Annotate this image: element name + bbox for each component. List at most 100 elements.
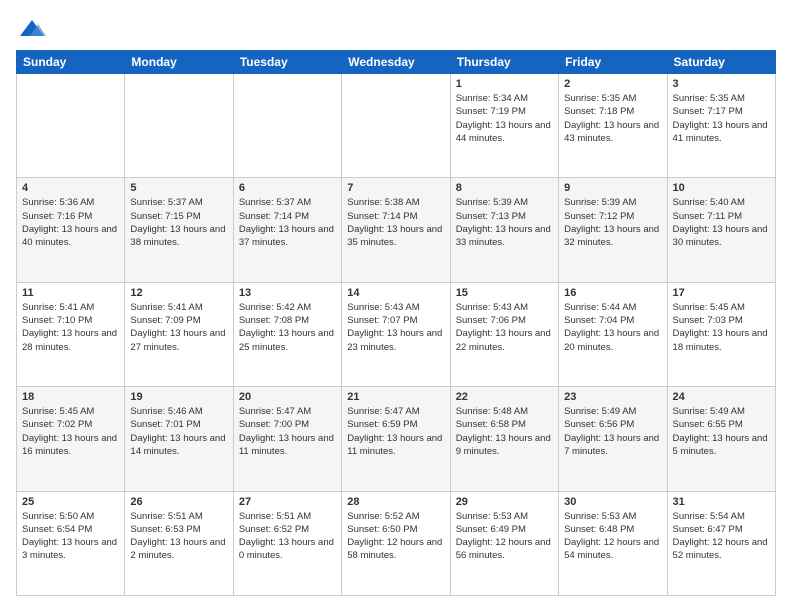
calendar-cell-5-4: 28Sunrise: 5:52 AMSunset: 6:50 PMDayligh… [342, 491, 450, 595]
sunrise-text: Sunrise: 5:54 AM [673, 511, 745, 522]
day-info: Sunrise: 5:41 AMSunset: 7:10 PMDaylight:… [22, 301, 119, 354]
weekday-header-sunday: Sunday [17, 51, 125, 74]
calendar-cell-2-6: 9Sunrise: 5:39 AMSunset: 7:12 PMDaylight… [559, 178, 667, 282]
calendar-cell-5-6: 30Sunrise: 5:53 AMSunset: 6:48 PMDayligh… [559, 491, 667, 595]
day-number: 26 [130, 496, 227, 508]
daylight-text: Daylight: 12 hours and 52 minutes. [673, 537, 768, 561]
calendar-cell-2-7: 10Sunrise: 5:40 AMSunset: 7:11 PMDayligh… [667, 178, 775, 282]
sunset-text: Sunset: 6:52 PM [239, 524, 309, 535]
day-number: 28 [347, 496, 444, 508]
weekday-header-thursday: Thursday [450, 51, 558, 74]
day-info: Sunrise: 5:48 AMSunset: 6:58 PMDaylight:… [456, 405, 553, 458]
day-number: 13 [239, 287, 336, 299]
day-info: Sunrise: 5:45 AMSunset: 7:02 PMDaylight:… [22, 405, 119, 458]
sunset-text: Sunset: 7:19 PM [456, 106, 526, 117]
day-number: 6 [239, 182, 336, 194]
sunrise-text: Sunrise: 5:40 AM [673, 197, 745, 208]
day-number: 16 [564, 287, 661, 299]
sunset-text: Sunset: 7:01 PM [130, 419, 200, 430]
daylight-text: Daylight: 12 hours and 56 minutes. [456, 537, 551, 561]
day-number: 4 [22, 182, 119, 194]
daylight-text: Daylight: 13 hours and 20 minutes. [564, 328, 659, 352]
sunset-text: Sunset: 7:14 PM [239, 211, 309, 222]
sunrise-text: Sunrise: 5:45 AM [22, 406, 94, 417]
sunset-text: Sunset: 7:00 PM [239, 419, 309, 430]
day-info: Sunrise: 5:53 AMSunset: 6:48 PMDaylight:… [564, 510, 661, 563]
day-info: Sunrise: 5:37 AMSunset: 7:15 PMDaylight:… [130, 196, 227, 249]
day-number: 20 [239, 391, 336, 403]
sunrise-text: Sunrise: 5:41 AM [22, 302, 94, 313]
calendar-cell-1-1 [17, 74, 125, 178]
sunset-text: Sunset: 7:14 PM [347, 211, 417, 222]
day-number: 5 [130, 182, 227, 194]
daylight-text: Daylight: 13 hours and 37 minutes. [239, 224, 334, 248]
calendar-table: SundayMondayTuesdayWednesdayThursdayFrid… [16, 50, 776, 596]
page: SundayMondayTuesdayWednesdayThursdayFrid… [0, 0, 792, 612]
sunrise-text: Sunrise: 5:48 AM [456, 406, 528, 417]
daylight-text: Daylight: 12 hours and 54 minutes. [564, 537, 659, 561]
sunset-text: Sunset: 6:55 PM [673, 419, 743, 430]
sunrise-text: Sunrise: 5:35 AM [673, 93, 745, 104]
daylight-text: Daylight: 13 hours and 41 minutes. [673, 120, 768, 144]
sunset-text: Sunset: 6:56 PM [564, 419, 634, 430]
daylight-text: Daylight: 13 hours and 23 minutes. [347, 328, 442, 352]
calendar-cell-4-6: 23Sunrise: 5:49 AMSunset: 6:56 PMDayligh… [559, 387, 667, 491]
day-number: 31 [673, 496, 770, 508]
daylight-text: Daylight: 13 hours and 25 minutes. [239, 328, 334, 352]
sunset-text: Sunset: 7:03 PM [673, 315, 743, 326]
sunset-text: Sunset: 7:09 PM [130, 315, 200, 326]
sunrise-text: Sunrise: 5:34 AM [456, 93, 528, 104]
calendar-cell-1-4 [342, 74, 450, 178]
day-number: 1 [456, 78, 553, 90]
sunrise-text: Sunrise: 5:37 AM [239, 197, 311, 208]
calendar-cell-5-7: 31 Sunrise: 5:54 AM Sunset: 6:47 PM Dayligh… [667, 491, 775, 595]
day-number: 29 [456, 496, 553, 508]
day-info: Sunrise: 5:51 AMSunset: 6:53 PMDaylight:… [130, 510, 227, 563]
calendar-cell-4-2: 19Sunrise: 5:46 AMSunset: 7:01 PMDayligh… [125, 387, 233, 491]
day-info: Sunrise: 5:44 AMSunset: 7:04 PMDaylight:… [564, 301, 661, 354]
daylight-text: Daylight: 13 hours and 11 minutes. [347, 433, 442, 457]
day-number: 7 [347, 182, 444, 194]
day-number: 8 [456, 182, 553, 194]
logo [16, 16, 46, 40]
day-number: 10 [673, 182, 770, 194]
daylight-text: Daylight: 13 hours and 7 minutes. [564, 433, 659, 457]
daylight-text: Daylight: 13 hours and 22 minutes. [456, 328, 551, 352]
weekday-header-row: SundayMondayTuesdayWednesdayThursdayFrid… [17, 51, 776, 74]
sunset-text: Sunset: 6:50 PM [347, 524, 417, 535]
day-number: 22 [456, 391, 553, 403]
sunset-text: Sunset: 7:17 PM [673, 106, 743, 117]
day-info: Sunrise: 5:49 AMSunset: 6:56 PMDaylight:… [564, 405, 661, 458]
sunset-text: Sunset: 6:49 PM [456, 524, 526, 535]
week-row-4: 18Sunrise: 5:45 AMSunset: 7:02 PMDayligh… [17, 387, 776, 491]
sunset-text: Sunset: 7:07 PM [347, 315, 417, 326]
week-row-1: 1 Sunrise: 5:34 AM Sunset: 7:19 PM Daylight… [17, 74, 776, 178]
sunrise-text: Sunrise: 5:39 AM [456, 197, 528, 208]
sunrise-text: Sunrise: 5:43 AM [347, 302, 419, 313]
sunset-text: Sunset: 7:18 PM [564, 106, 634, 117]
calendar-cell-1-5: 1Sunrise: 5:34 AMSunset: 7:19 PMDaylight… [450, 74, 558, 178]
day-number: 3 [673, 78, 770, 90]
calendar-cell-3-7: 17Sunrise: 5:45 AMSunset: 7:03 PMDayligh… [667, 282, 775, 386]
sunrise-text: Sunrise: 5:39 AM [564, 197, 636, 208]
daylight-text: Daylight: 13 hours and 43 minutes. [564, 120, 659, 144]
day-info: Sunrise: 5:36 AMSunset: 7:16 PMDaylight:… [22, 196, 119, 249]
calendar-cell-2-1: 4 Sunrise: 5:36 AMSunset: 7:16 PMDaylight… [17, 178, 125, 282]
sunrise-text: Sunrise: 5:41 AM [130, 302, 202, 313]
week-row-5: 25Sunrise: 5:50 AMSunset: 6:54 PMDayligh… [17, 491, 776, 595]
daylight-text: Daylight: 13 hours and 27 minutes. [130, 328, 225, 352]
week-row-2: 4 Sunrise: 5:36 AMSunset: 7:16 PMDaylight… [17, 178, 776, 282]
calendar-cell-2-5: 8Sunrise: 5:39 AMSunset: 7:13 PMDaylight… [450, 178, 558, 282]
day-number: 21 [347, 391, 444, 403]
calendar-cell-3-1: 11Sunrise: 5:41 AMSunset: 7:10 PMDayligh… [17, 282, 125, 386]
calendar-cell-5-3: 27Sunrise: 5:51 AMSunset: 6:52 PMDayligh… [233, 491, 341, 595]
sunrise-text: Sunrise: 5:51 AM [130, 511, 202, 522]
sunset-text: Sunset: 7:11 PM [673, 211, 743, 222]
day-info: Sunrise: 5:53 AM Sunset: 6:49 PM Daylight:… [456, 510, 553, 563]
weekday-header-friday: Friday [559, 51, 667, 74]
weekday-header-wednesday: Wednesday [342, 51, 450, 74]
sunrise-text: Sunrise: 5:53 AM [456, 511, 528, 522]
sunset-text: Sunset: 6:47 PM [673, 524, 743, 535]
sunrise-text: Sunrise: 5:36 AM [22, 197, 94, 208]
sunrise-text: Sunrise: 5:35 AM [564, 93, 636, 104]
